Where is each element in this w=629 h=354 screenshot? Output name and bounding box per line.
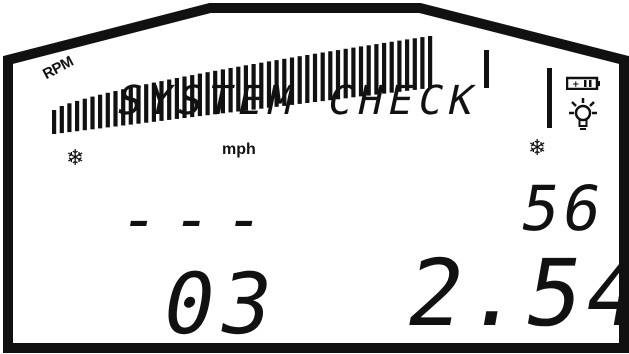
snowflake-icon: ❄ [66,146,85,171]
snowflake-icon: ❄ [528,136,547,161]
shift-light-bar [484,50,489,88]
rpm-segment [105,92,110,128]
system-message: SYSTEM CHECK [113,78,484,124]
speed-readout: 56 [515,172,612,245]
shift-light-bar [547,68,552,128]
rpm-segment [98,94,103,129]
rpm-segment [75,100,80,132]
rpm-segment [52,110,57,134]
top-left-readout: --- [113,183,285,257]
battery-icon: + [566,76,600,90]
svg-text:+: + [572,80,580,90]
rpm-segment [90,96,95,130]
rpm-segment [67,103,72,133]
gear-readout: 03 [155,255,286,353]
speed-unit-label: mph [222,141,256,158]
light-bulb-icon [569,98,597,130]
lap-time-readout: 2.54 [398,240,629,347]
rpm-segment [59,106,64,134]
rpm-segment [82,98,87,131]
